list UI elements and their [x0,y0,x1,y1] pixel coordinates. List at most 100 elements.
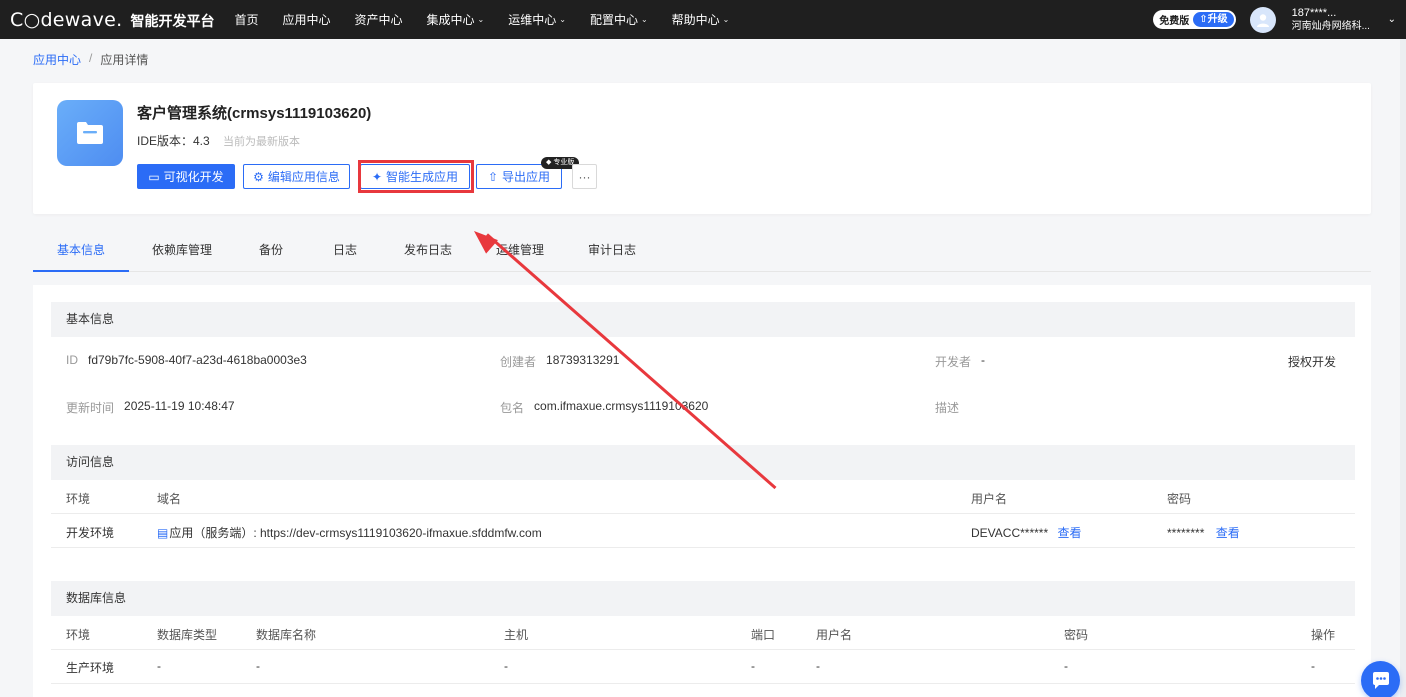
chevron-down-icon: ⌄ [722,15,730,24]
access-info-header: 访问信息 [51,445,1355,480]
detail-tabs: 基本信息 依赖库管理 备份 日志 发布日志 运维管理 审计日志 [33,230,1371,272]
page-scrollbar[interactable] [1400,39,1406,697]
updated-time-field: 更新时间 2025-11-19 10:48:47 [66,399,235,415]
db-name-value: - [256,659,260,673]
creator-value: 18739313291 [546,353,620,367]
db-col-port: 端口 [751,628,776,642]
access-col-env: 环境 [66,492,91,506]
basic-info-header: 基本信息 [51,302,1355,337]
upgrade-button[interactable]: ⇧升级 [1193,12,1234,27]
creator-field: 创建者 18739313291 [500,353,620,369]
user-icon [1256,13,1269,27]
db-password-value: - [1064,659,1068,673]
annotation-highlight-box [358,160,474,193]
access-domain-value[interactable]: 应用（服务端）: https://dev-crmsys1119103620-if… [169,524,541,541]
gear-icon: ⚙ [253,169,264,184]
access-col-username: 用户名 [971,492,1008,506]
visual-dev-button[interactable]: ▭ 可视化开发 [137,164,235,189]
nav-item-integration-center[interactable]: 集成中心 ⌄ [427,11,485,28]
chevron-down-icon[interactable]: ⌄ [1388,14,1396,25]
chevron-down-icon: ⌄ [477,15,485,24]
access-username-value: DEVACC****** [971,526,1049,540]
chevron-down-icon: ⌄ [640,15,648,24]
tab-backup[interactable]: 备份 [249,230,293,272]
brand[interactable]: C○dewave. 智能开发平台 [10,9,214,31]
access-password-value: ******** [1167,526,1205,540]
breadcrumb: 应用中心 / 应用详情 [33,51,148,68]
divider [51,547,1355,548]
db-col-action: 操作 [1311,628,1336,642]
codewave-logo: C○dewave. [10,8,123,31]
access-username: DEVACC****** 查看 [971,524,1082,541]
chevron-down-icon: ⌄ [559,15,566,24]
nav-item-home[interactable]: 首页 [234,11,258,28]
chat-support-button[interactable] [1361,661,1400,697]
platform-name: 智能开发平台 [130,12,215,29]
avatar[interactable] [1249,6,1276,33]
db-col-password: 密码 [1064,628,1089,642]
monitor-icon: ▭ [148,169,160,184]
ide-version-note: 当前为最新版本 [223,136,301,148]
db-col-name: 数据库名称 [256,628,317,642]
edit-app-info-button[interactable]: ⚙ 编辑应用信息 [243,164,350,189]
more-button[interactable]: ··· [572,164,597,189]
db-user-value: - [816,659,820,673]
access-domain: ▤ 应用（服务端）: https://dev-crmsys1119103620-… [157,524,542,541]
app-folder-icon [57,100,123,166]
chat-icon [1372,671,1389,689]
breadcrumb-current: 应用详情 [100,53,149,67]
main-nav: 首页 应用中心 资产中心 集成中心 ⌄ 运维中心 ⌄ 配置中心 ⌄ 帮助中心 ⌄ [234,11,753,28]
upload-icon: ⇧ [487,169,499,184]
ide-version-label: IDE版本：4.3 [137,134,210,148]
nav-item-asset-center[interactable]: 资产中心 [354,11,402,28]
db-col-env: 环境 [66,628,91,642]
db-host-value: - [504,659,508,673]
user-org: 河南灿舟网络科... [1291,20,1370,32]
breadcrumb-app-center[interactable]: 应用中心 [33,51,81,68]
description-field: 描述 [935,401,960,415]
view-username-link[interactable]: 查看 [1057,526,1081,540]
authorize-dev-link[interactable]: 授权开发 [1288,353,1336,370]
id-field: ID fd79b7fc-5908-40f7-a23d-4618ba0003e3 [66,353,307,367]
db-port-value: - [751,659,755,673]
nav-item-help-center[interactable]: 帮助中心 ⌄ [672,11,730,28]
db-type-value: - [157,659,161,673]
divider [51,683,1355,684]
db-col-username: 用户名 [816,628,853,642]
developer-value: - [981,353,986,367]
tab-logs[interactable]: 日志 [323,230,367,272]
db-col-type: 数据库类型 [157,628,218,642]
db-col-host: 主机 [504,628,529,642]
nav-item-config-center[interactable]: 配置中心 ⌄ [590,11,648,28]
free-plan-label: 免费版 [1159,16,1190,27]
updated-time-value: 2025-11-19 10:48:47 [124,399,235,413]
nav-item-ops-center[interactable]: 运维中心 ⌄ [508,11,566,28]
access-password: ******** 查看 [1167,524,1240,541]
app-title: 客户管理系统(crmsys1119103620) [137,105,372,122]
tab-release-logs[interactable]: 发布日志 [397,230,459,272]
app-card: 客户管理系统(crmsys1119103620) IDE版本：4.3 当前为最新… [33,83,1371,214]
id-value: fd79b7fc-5908-40f7-a23d-4618ba0003e3 [88,353,307,367]
access-env-value: 开发环境 [66,526,115,540]
tab-audit-logs[interactable]: 审计日志 [581,230,643,272]
tab-content: 基本信息 ID fd79b7fc-5908-40f7-a23d-4618ba00… [33,285,1371,697]
db-info-header: 数据库信息 [51,581,1355,616]
developer-field: 开发者 - [935,353,986,369]
access-col-domain: 域名 [157,492,182,506]
ide-version: IDE版本：4.3 当前为最新版本 [137,132,300,149]
user-phone: 187****... [1291,6,1337,19]
db-env-value: 生产环境 [66,661,115,675]
top-navigation-bar: C○dewave. 智能开发平台 首页 应用中心 资产中心 集成中心 ⌄ 运维中心… [0,0,1406,39]
user-area: 免费版 ⇧升级 187****... 河南灿舟网络科... ⌄ [1153,0,1396,39]
tab-basic-info[interactable]: 基本信息 [33,230,129,272]
user-info[interactable]: 187****... 河南灿舟网络科... [1292,6,1384,34]
divider [51,513,1355,514]
nav-item-app-center[interactable]: 应用中心 [282,11,330,28]
plan-badge: 免费版 ⇧升级 [1153,10,1236,29]
breadcrumb-separator: / [89,51,93,65]
view-password-link[interactable]: 查看 [1216,526,1240,540]
db-action-value: - [1311,659,1315,673]
access-col-password: 密码 [1167,492,1192,506]
tab-dependency-management[interactable]: 依赖库管理 [145,230,219,272]
server-icon: ▤ [157,525,169,540]
